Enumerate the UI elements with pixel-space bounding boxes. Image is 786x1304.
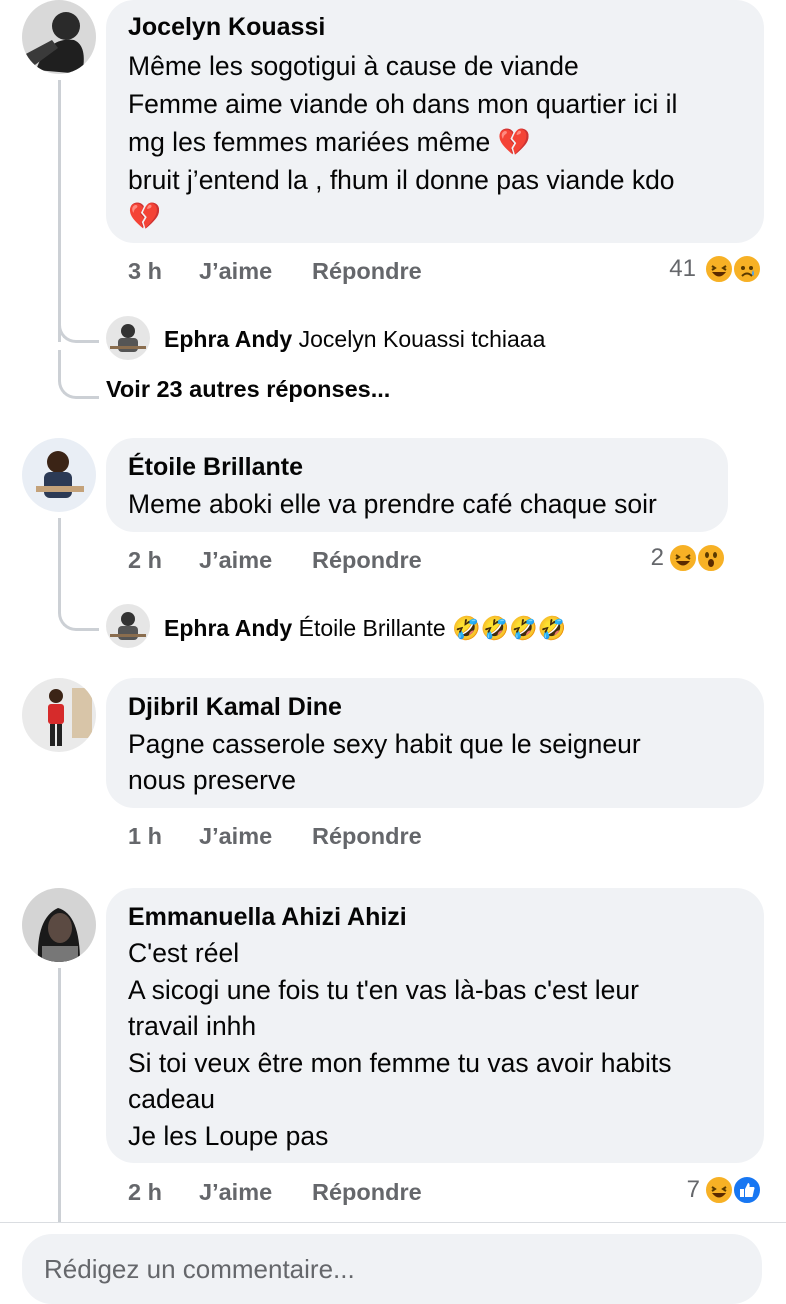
comment-line: bruit j’entend la , fhum il donne pas vi… [128,165,675,195]
reply-author[interactable]: Ephra Andy [164,615,292,641]
comment-line: Je les Loupe pas [128,1121,329,1151]
like-button[interactable]: J’aime [199,545,272,575]
reply-content: Ephra Andy Étoile Brillante 🤣🤣🤣🤣 [164,613,567,643]
like-button[interactable]: J’aime [199,821,272,851]
comment-line: Meme aboki elle va prendre café chaque s… [128,489,657,519]
like-reaction-icon [732,1175,762,1205]
thread-branch [58,300,99,343]
broken-heart-emoji: 💔 [128,201,161,231]
reply-button[interactable]: Répondre [312,1177,422,1207]
comment-bubble: Étoile Brillante Meme aboki elle va pren… [106,438,728,532]
reply-author[interactable]: Ephra Andy [164,326,292,352]
view-more-replies-link[interactable]: Voir 23 autres réponses... [106,374,390,404]
comment-bubble: Emmanuella Ahizi Ahizi C'est réel A sico… [106,888,764,1163]
thread-branch [58,588,99,631]
reply-avatar[interactable] [106,316,150,360]
haha-reaction-icon [704,254,734,284]
comment-line: Femme aime viande oh dans mon quartier i… [128,89,678,119]
wow-reaction-icon [696,543,726,573]
thread-line [58,518,61,598]
like-button[interactable]: J’aime [199,256,272,286]
reply-button[interactable]: Répondre [312,256,422,286]
haha-reaction-icon [668,543,698,573]
like-button[interactable]: J’aime [199,1177,272,1207]
reply-text: Jocelyn Kouassi tchiaaa [298,326,546,352]
reply-button[interactable]: Répondre [312,545,422,575]
avatar[interactable] [22,0,96,74]
comment-line: Pagne casserole sexy habit que le seigne… [128,729,641,759]
reply-avatar[interactable] [106,604,150,648]
thread-branch [58,350,99,399]
comment-author[interactable]: Étoile Brillante [128,452,303,482]
comment-time[interactable]: 3 h [128,256,162,286]
comment-line: Même les sogotigui à cause de viande [128,51,579,81]
comment-time[interactable]: 2 h [128,545,162,575]
composer-divider [0,1222,786,1223]
comment-time[interactable]: 1 h [128,821,162,851]
comment-author[interactable]: Djibril Kamal Dine [128,692,342,722]
comment-line: C'est réel [128,938,240,968]
reaction-count[interactable]: 41 [640,254,696,284]
avatar[interactable] [22,678,96,752]
comment-composer[interactable]: Rédigez un commentaire... [22,1234,762,1304]
comment-line: A sicogi une fois tu t'en vas là-bas c'e… [128,975,639,1005]
comment-line: nous preserve [128,765,296,795]
reply-content: Ephra Andy Jocelyn Kouassi tchiaaa [164,324,545,354]
reply-text: Étoile Brillante 🤣🤣🤣🤣 [298,615,567,641]
comment-bubble: Jocelyn Kouassi Même les sogotigui à cau… [106,0,764,243]
haha-reaction-icon [704,1175,734,1205]
comment-bubble: Djibril Kamal Dine Pagne casserole sexy … [106,678,764,808]
comment-author[interactable]: Jocelyn Kouassi [128,12,325,42]
reaction-count[interactable]: 2 [620,543,664,573]
comment-line: Si toi veux être mon femme tu vas avoir … [128,1048,672,1078]
reaction-count[interactable]: 7 [660,1175,700,1205]
thread-line [58,968,61,1223]
avatar[interactable] [22,438,96,512]
comment-line: cadeau [128,1084,215,1114]
comment-author[interactable]: Emmanuella Ahizi Ahizi [128,902,407,932]
comment-line: mg les femmes mariées même 💔 [128,127,531,157]
comment-time[interactable]: 2 h [128,1177,162,1207]
reply-button[interactable]: Répondre [312,821,422,851]
avatar[interactable] [22,888,96,962]
sad-reaction-icon [732,254,762,284]
comment-line: travail inhh [128,1011,257,1041]
